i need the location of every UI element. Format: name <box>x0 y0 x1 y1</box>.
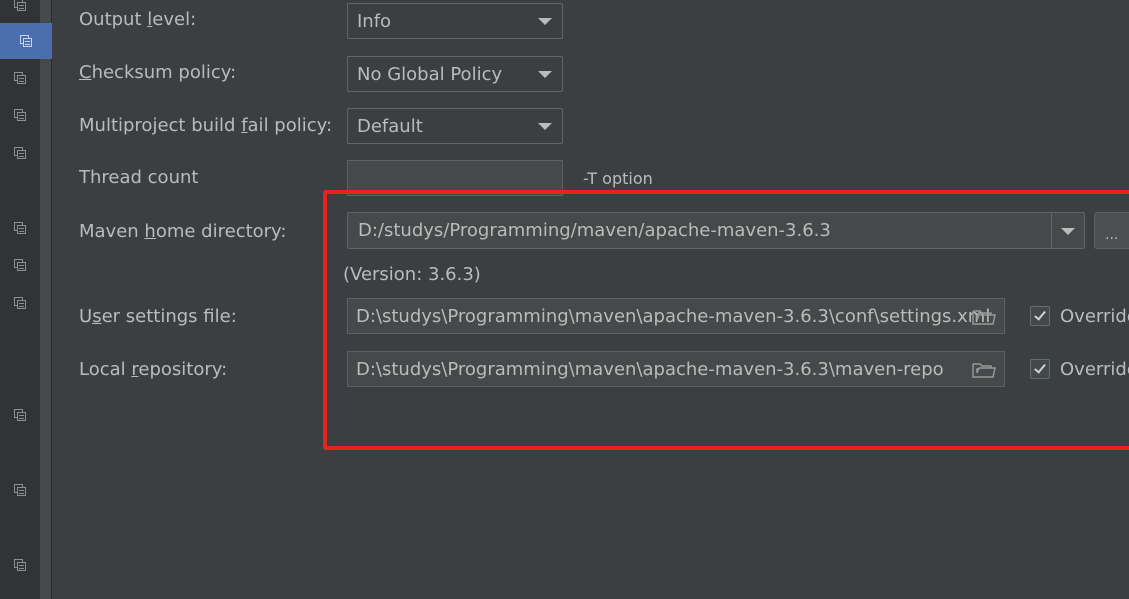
copy-icon <box>13 109 27 121</box>
output-level-label: Output level: <box>79 9 196 30</box>
mnemonic-char: l <box>147 9 153 30</box>
mnemonic-char: s <box>92 306 102 327</box>
mnemonic-label: Checksum policy: <box>79 62 237 83</box>
gutter-item-active[interactable] <box>0 23 52 59</box>
copy-icon <box>13 259 27 271</box>
local-repo-label: Local repository: <box>79 359 227 380</box>
gutter-item[interactable] <box>0 60 40 96</box>
copy-icon <box>13 72 27 84</box>
mnemonic-label: Maven home directory: <box>79 221 287 242</box>
gutter-item[interactable] <box>0 397 40 433</box>
gutter-item[interactable] <box>0 547 40 583</box>
gutter-item[interactable] <box>0 97 40 133</box>
gutter-item[interactable] <box>0 0 40 23</box>
fail-policy-label: Multiproject build fail policy: <box>79 115 332 136</box>
copy-icon <box>19 35 33 47</box>
highlight-annotation-box <box>323 190 1129 450</box>
copy-icon <box>13 147 27 159</box>
output-level-value: Info <box>357 11 392 32</box>
maven-home-label: Maven home directory: <box>79 221 286 242</box>
copy-icon <box>13 409 27 421</box>
chevron-down-icon <box>538 71 552 78</box>
chevron-down-icon <box>538 123 552 130</box>
checksum-policy-select[interactable]: No Global Policy <box>347 56 563 92</box>
user-settings-label: User settings file: <box>79 306 237 327</box>
checksum-policy-label: Checksum policy: <box>79 62 236 83</box>
copy-icon <box>13 222 27 234</box>
mnemonic-label: User settings file: <box>79 306 237 327</box>
mnemonic-char: f <box>241 115 248 136</box>
copy-icon <box>13 297 27 309</box>
copy-icon <box>13 484 27 496</box>
mnemonic-label: Local repository: <box>79 359 228 380</box>
mnemonic-char: h <box>144 221 156 242</box>
output-level-select[interactable]: Info <box>347 3 563 39</box>
chevron-down-icon <box>538 18 552 25</box>
fail-policy-select[interactable]: Default <box>347 108 563 144</box>
gutter-divider <box>40 0 52 599</box>
thread-count-label: Thread count <box>79 167 199 188</box>
mnemonic-char: C <box>79 62 92 83</box>
mnemonic-char: r <box>131 359 139 380</box>
gutter-item[interactable] <box>0 135 40 171</box>
fail-policy-value: Default <box>357 116 423 137</box>
gutter-item[interactable] <box>0 285 40 321</box>
mnemonic-label: Multiproject build fail policy: <box>79 115 333 136</box>
mnemonic-label: Output level: <box>79 9 197 30</box>
checksum-policy-value: No Global Policy <box>357 64 503 85</box>
copy-icon <box>13 0 27 11</box>
gutter-item[interactable] <box>0 210 40 246</box>
gutter-item[interactable] <box>0 247 40 283</box>
thread-count-hint: -T option <box>583 169 653 188</box>
copy-icon <box>13 559 27 571</box>
gutter-item[interactable] <box>0 472 40 508</box>
